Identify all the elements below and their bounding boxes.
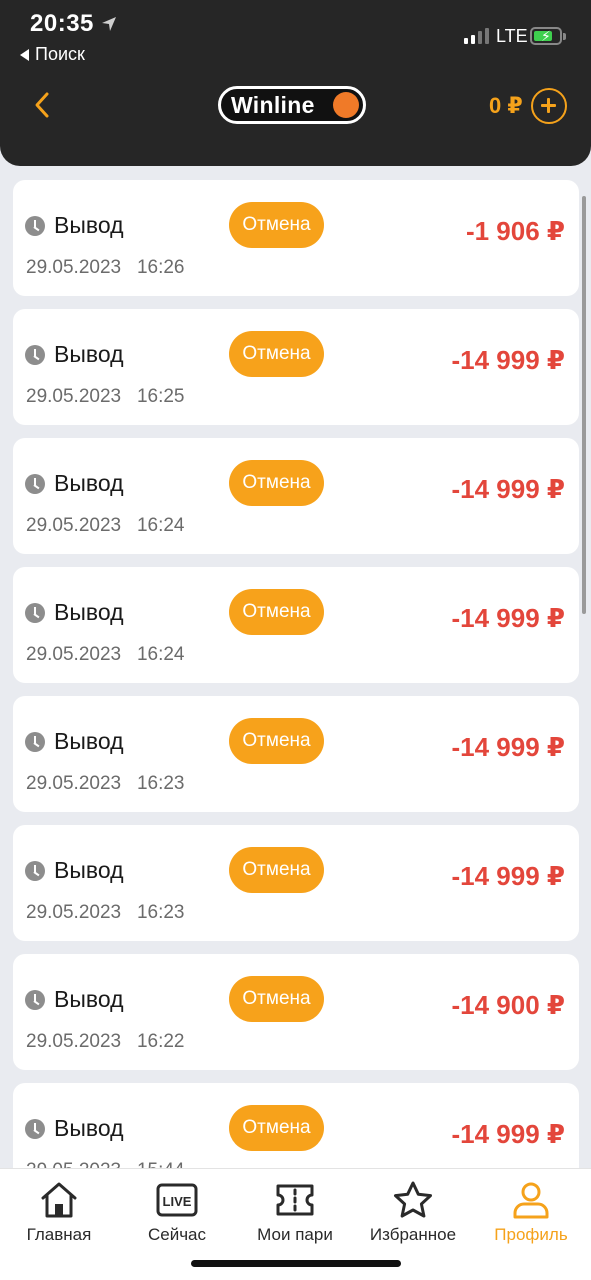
home-indicator[interactable] bbox=[191, 1260, 401, 1267]
transaction-type: Вывод bbox=[54, 1115, 124, 1141]
transaction-time: 16:22 bbox=[136, 1031, 185, 1052]
transaction-time: 15:44 bbox=[137, 1160, 185, 1168]
balance-value[interactable]: 0 ₽ bbox=[489, 93, 523, 119]
app-header: 20:35 Поиск LTE ⚡ Winline 0 ₽ bbox=[0, 0, 591, 166]
back-app-label: Поиск bbox=[35, 44, 85, 64]
transaction-time: 16:26 bbox=[136, 257, 185, 278]
cancel-button[interactable]: Отмена bbox=[229, 460, 324, 506]
transaction-time: 16:25 bbox=[136, 386, 185, 407]
cancel-button[interactable]: Отмена bbox=[229, 718, 324, 764]
transaction-amount: -14 999 ₽ bbox=[451, 1119, 566, 1149]
transaction-datetime: 29.05.2023 16:23 bbox=[26, 902, 184, 924]
transaction-date: 29.05.2023 bbox=[26, 1031, 122, 1052]
transaction-card[interactable]: Вывод 29.05.2023 16:25 Отмена -14 999 ₽ bbox=[13, 309, 579, 425]
transaction-date: 29.05.2023 bbox=[26, 773, 122, 794]
live-badge: LIVE bbox=[163, 1194, 192, 1209]
ticket-icon bbox=[276, 1184, 314, 1216]
cancel-button[interactable]: Отмена bbox=[229, 847, 324, 893]
tab-home-label: Главная bbox=[26, 1225, 92, 1244]
transaction-card[interactable]: Вывод 29.05.2023 16:22 Отмена -14 900 ₽ bbox=[13, 954, 579, 1070]
transaction-type: Вывод bbox=[54, 212, 124, 238]
transaction-card[interactable]: Вывод 29.05.2023 16:26 Отмена -1 906 ₽ bbox=[13, 180, 579, 296]
transaction-amount: -14 900 ₽ bbox=[451, 990, 566, 1020]
tab-favorites-label: Избранное bbox=[369, 1225, 457, 1244]
clock-icon bbox=[25, 732, 45, 752]
clock-icon bbox=[25, 216, 45, 236]
clock-icon bbox=[25, 345, 45, 365]
signal-icon bbox=[464, 28, 489, 44]
star-icon bbox=[394, 1181, 432, 1218]
winline-logo: Winline bbox=[218, 86, 366, 124]
transaction-amount: -14 999 ₽ bbox=[451, 603, 566, 633]
transaction-type: Вывод bbox=[54, 599, 124, 625]
cancel-button[interactable]: Отмена bbox=[229, 589, 324, 635]
transaction-card[interactable]: Вывод 29.05.2023 15:44 Отмена -14 999 ₽ bbox=[13, 1083, 579, 1168]
transaction-datetime: 29.05.2023 15:44 bbox=[26, 1160, 184, 1168]
clock-icon bbox=[25, 474, 45, 494]
transaction-amount: -14 999 ₽ bbox=[451, 861, 566, 891]
home-icon bbox=[41, 1182, 77, 1218]
transaction-time: 16:23 bbox=[136, 773, 185, 794]
clock-icon bbox=[25, 1119, 45, 1139]
back-to-search-button[interactable]: Поиск bbox=[20, 44, 85, 65]
transaction-date: 29.05.2023 bbox=[26, 257, 122, 278]
battery-icon: ⚡ bbox=[530, 27, 566, 45]
transactions-list[interactable]: Вывод 29.05.2023 16:26 Отмена -1 906 ₽ В… bbox=[0, 166, 591, 1168]
cancel-button[interactable]: Отмена bbox=[229, 331, 324, 377]
transaction-card[interactable]: Вывод 29.05.2023 16:24 Отмена -14 999 ₽ bbox=[13, 438, 579, 554]
cancel-button[interactable]: Отмена bbox=[229, 976, 324, 1022]
transaction-amount: -14 999 ₽ bbox=[451, 732, 566, 762]
transaction-card[interactable]: Вывод 29.05.2023 16:23 Отмена -14 999 ₽ bbox=[13, 696, 579, 812]
transaction-amount: -1 906 ₽ bbox=[465, 216, 565, 246]
transaction-datetime: 29.05.2023 16:25 bbox=[26, 386, 184, 408]
transaction-date: 29.05.2023 bbox=[26, 644, 122, 665]
transaction-datetime: 29.05.2023 16:23 bbox=[26, 773, 184, 795]
transaction-type: Вывод bbox=[54, 986, 124, 1012]
network-label: LTE bbox=[496, 26, 528, 46]
transaction-type: Вывод bbox=[54, 470, 124, 496]
transaction-time: 16:24 bbox=[136, 644, 185, 665]
location-arrow-icon bbox=[102, 17, 116, 31]
tab-profile-label: Профиль bbox=[494, 1225, 568, 1244]
tab-profile[interactable]: Профиль bbox=[472, 1179, 590, 1249]
tab-my-bets-label: Мои пари bbox=[257, 1225, 333, 1244]
tab-my-bets[interactable]: Мои пари bbox=[236, 1179, 354, 1249]
scrollbar[interactable] bbox=[582, 196, 586, 614]
transaction-datetime: 29.05.2023 16:24 bbox=[26, 644, 184, 666]
tab-favorites[interactable]: Избранное bbox=[354, 1179, 472, 1249]
cancel-button[interactable]: Отмена bbox=[229, 202, 324, 248]
tab-live[interactable]: LIVE Сейчас bbox=[118, 1179, 236, 1249]
transaction-type: Вывод bbox=[54, 728, 124, 754]
clock-icon bbox=[25, 861, 45, 881]
clock-icon bbox=[25, 603, 45, 623]
tab-home[interactable]: Главная bbox=[0, 1179, 118, 1249]
tab-live-label: Сейчас bbox=[147, 1225, 207, 1244]
transaction-date: 29.05.2023 bbox=[26, 1160, 121, 1168]
transaction-type: Вывод bbox=[54, 341, 124, 367]
transaction-datetime: 29.05.2023 16:26 bbox=[26, 257, 184, 279]
transaction-date: 29.05.2023 bbox=[26, 515, 122, 536]
live-icon: LIVE bbox=[156, 1183, 198, 1217]
transaction-time: 16:24 bbox=[136, 515, 185, 536]
transaction-datetime: 29.05.2023 16:24 bbox=[26, 515, 184, 537]
back-chevron-icon[interactable] bbox=[28, 90, 58, 120]
transaction-type: Вывод bbox=[54, 857, 124, 883]
cancel-button[interactable]: Отмена bbox=[229, 1105, 324, 1151]
transaction-datetime: 29.05.2023 16:22 bbox=[26, 1031, 184, 1053]
back-triangle-icon bbox=[20, 48, 29, 61]
transaction-card[interactable]: Вывод 29.05.2023 16:24 Отмена -14 999 ₽ bbox=[13, 567, 579, 683]
transaction-time: 16:23 bbox=[136, 902, 185, 923]
clock-icon bbox=[25, 990, 45, 1010]
add-funds-button[interactable] bbox=[531, 88, 567, 124]
profile-icon bbox=[513, 1182, 549, 1219]
transaction-amount: -14 999 ₽ bbox=[451, 474, 566, 504]
transaction-card[interactable]: Вывод 29.05.2023 16:23 Отмена -14 999 ₽ bbox=[13, 825, 579, 941]
logo-dot bbox=[333, 92, 359, 118]
status-time: 20:35 bbox=[30, 10, 94, 37]
transaction-date: 29.05.2023 bbox=[26, 902, 122, 923]
transaction-date: 29.05.2023 bbox=[26, 386, 122, 407]
transaction-amount: -14 999 ₽ bbox=[451, 345, 566, 375]
logo-text: Winline bbox=[231, 91, 315, 118]
